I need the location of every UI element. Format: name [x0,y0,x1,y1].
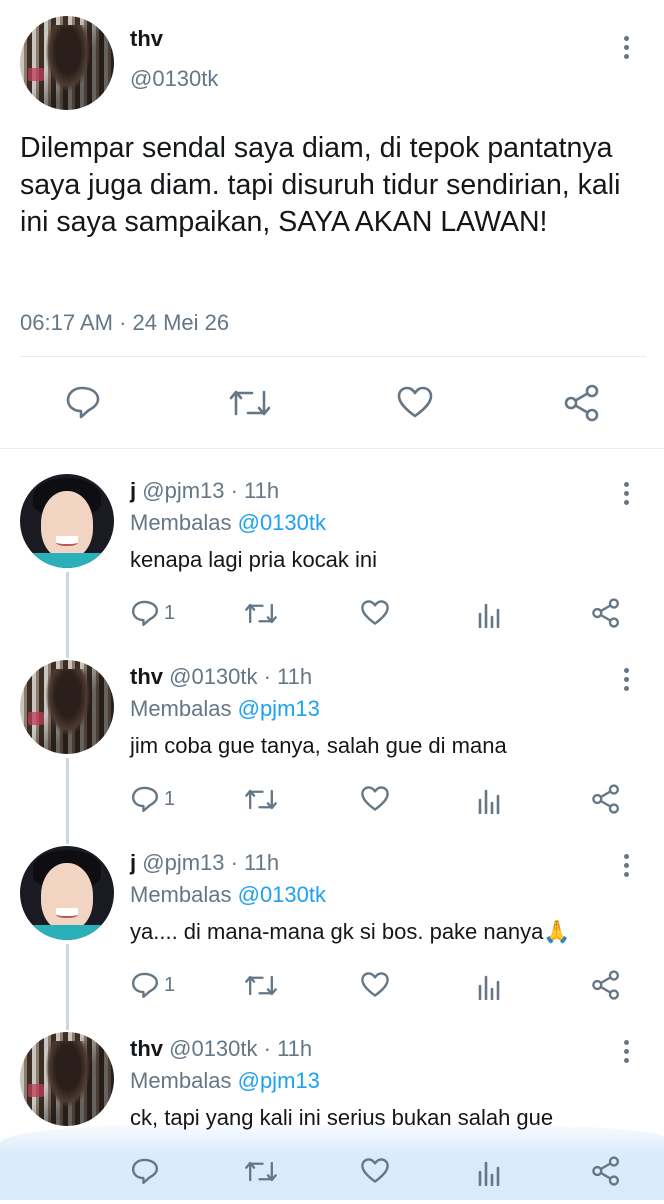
reply-button[interactable]: 1 [130,784,175,814]
retweet-button[interactable] [244,972,278,999]
share-icon [592,784,620,814]
more-options-icon[interactable] [614,1036,638,1066]
reply-button[interactable]: 1 [130,598,175,628]
retweet-icon [229,390,271,416]
replying-label: Membalas [130,510,232,535]
replying-label: Membalas [130,696,232,721]
reply-header: j @pjm13 · 11h [130,478,279,504]
mention-link[interactable]: @pjm13 [238,696,320,721]
reply-text: jim coba gue tanya, salah gue di mana [130,733,507,758]
author-handle[interactable]: @0130tk · 11h [169,664,312,689]
tweet-timestamp[interactable]: 06:17 AM · 24 Mei 26 [20,310,229,336]
share-button[interactable] [591,1156,621,1186]
share-icon [592,970,620,1000]
avatar[interactable] [20,474,114,568]
analytics-button[interactable] [477,600,503,628]
reply-icon [131,786,159,813]
author-name[interactable]: thv [130,26,163,52]
reply-tweet[interactable]: thv @0130tk · 11h Membalas @pjm13 jim co… [0,646,664,832]
avatar[interactable] [20,660,114,754]
reply-count: 1 [164,973,176,996]
reply-tweet[interactable]: j @pjm13 · 11h Membalas @0130tk ya.... d… [0,832,664,1018]
reply-button[interactable]: 1 [130,970,175,1000]
mention-link[interactable]: @0130tk [238,882,326,907]
reply-tweet[interactable]: thv @0130tk · 11h Membalas @pjm13 ck, ta… [0,1018,664,1204]
analytics-icon [478,975,500,1000]
retweet-icon [245,1161,277,1182]
avatar[interactable] [20,16,114,110]
reply-icon [131,600,159,627]
retweet-icon [245,789,277,810]
reply-text: ya.... di mana-mana gk si bos. pake nany… [130,919,571,944]
replying-to: Membalas @0130tk [130,510,326,536]
retweet-button[interactable] [228,386,272,420]
share-button[interactable] [591,784,621,814]
author-handle[interactable]: @0130tk · 11h [169,1036,312,1061]
like-icon [361,972,389,997]
reply-icon [131,972,159,999]
analytics-button[interactable] [477,786,503,814]
reply-button[interactable] [64,384,102,420]
retweet-icon [245,975,277,996]
like-button[interactable] [360,971,390,998]
replying-to: Membalas @0130tk [130,882,326,908]
reply-count: 1 [164,601,176,624]
analytics-button[interactable] [477,972,503,1000]
reply-text: kenapa lagi pria kocak ini [130,547,378,572]
like-icon [397,386,433,418]
avatar[interactable] [20,846,114,940]
tweet-text: Dilempar sendal saya diam, di tepok pant… [20,132,621,238]
reply-count: 1 [164,787,176,810]
more-options-icon[interactable] [614,478,638,508]
analytics-icon [478,1161,500,1186]
retweet-button[interactable] [244,1158,278,1185]
replying-label: Membalas [130,882,232,907]
replying-to: Membalas @pjm13 [130,1068,320,1094]
author-name[interactable]: j [130,850,136,875]
author-name[interactable]: j [130,478,136,503]
more-options-icon[interactable] [614,850,638,880]
reply-text: ck, tapi yang kali ini serius bukan sala… [130,1105,554,1130]
retweet-icon [245,603,277,624]
share-button[interactable] [591,598,621,628]
analytics-icon [478,603,500,628]
retweet-button[interactable] [244,786,278,813]
reply-icon [66,386,100,419]
like-button[interactable] [360,785,390,812]
reply-tweet[interactable]: j @pjm13 · 11h Membalas @0130tk kenapa l… [0,460,664,646]
like-icon [361,786,389,811]
divider [20,356,646,357]
like-icon [361,1158,389,1183]
reply-icon [131,1158,159,1185]
like-button[interactable] [396,385,434,419]
author-name[interactable]: thv [130,664,163,689]
replying-to: Membalas @pjm13 [130,696,320,722]
like-icon [361,600,389,625]
mention-link[interactable]: @0130tk [238,510,326,535]
share-icon [592,598,620,628]
mention-link[interactable]: @pjm13 [238,1068,320,1093]
like-button[interactable] [360,1157,390,1184]
main-tweet: thv @0130tk Dilempar sendal saya diam, d… [0,0,664,449]
replying-label: Membalas [130,1068,232,1093]
analytics-icon [478,789,500,814]
reply-header: thv @0130tk · 11h [130,664,312,690]
reply-header: j @pjm13 · 11h [130,850,279,876]
share-icon [592,1156,620,1186]
analytics-button[interactable] [477,1158,503,1186]
reply-header: thv @0130tk · 11h [130,1036,312,1062]
retweet-button[interactable] [244,600,278,627]
more-options-icon[interactable] [614,32,638,62]
avatar[interactable] [20,1032,114,1126]
author-handle[interactable]: @pjm13 · 11h [142,478,279,503]
share-button[interactable] [563,384,601,422]
share-button[interactable] [591,970,621,1000]
author-handle[interactable]: @0130tk [130,66,218,92]
author-handle[interactable]: @pjm13 · 11h [142,850,279,875]
author-name[interactable]: thv [130,1036,163,1061]
like-button[interactable] [360,599,390,626]
reply-button[interactable] [130,1156,160,1186]
more-options-icon[interactable] [614,664,638,694]
share-icon [564,384,599,422]
